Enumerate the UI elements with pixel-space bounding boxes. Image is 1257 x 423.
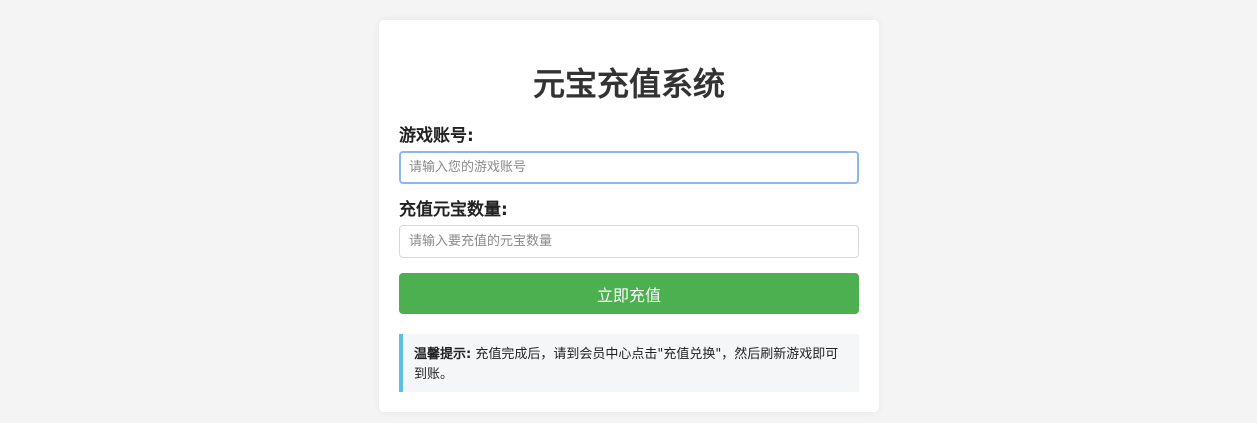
recharge-button[interactable]: 立即充值 <box>399 273 859 314</box>
amount-input[interactable] <box>399 225 859 258</box>
page-title: 元宝充值系统 <box>532 65 725 103</box>
amount-label: 充值元宝数量: <box>399 200 508 220</box>
recharge-card: 元宝充值系统 游戏账号: 充值元宝数量: 立即充值 温馨提示: 充值完成后，请到… <box>379 20 879 412</box>
notice-text: 充值完成后，请到会员中心点击"充值兑换"，然后刷新游戏即可到账。 <box>414 347 839 382</box>
notice-box: 温馨提示: 充值完成后，请到会员中心点击"充值兑换"，然后刷新游戏即可到账。 <box>399 334 859 392</box>
account-label: 游戏账号: <box>399 126 474 146</box>
account-input[interactable] <box>399 151 859 184</box>
notice-title: 温馨提示: <box>414 347 472 362</box>
